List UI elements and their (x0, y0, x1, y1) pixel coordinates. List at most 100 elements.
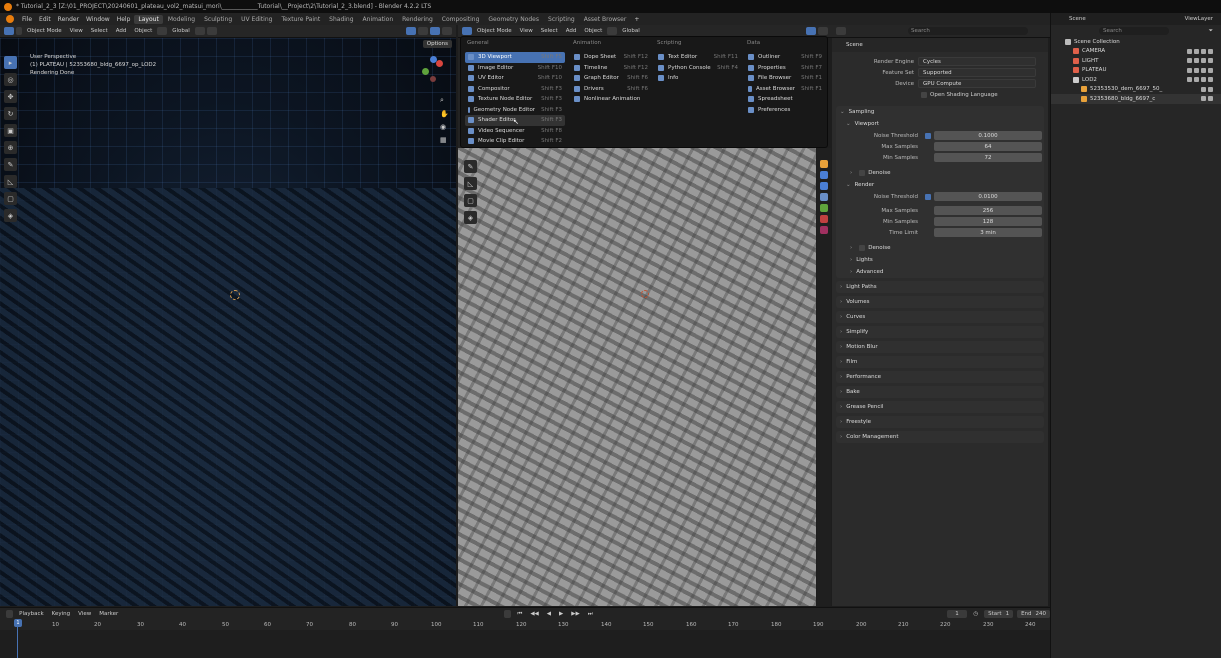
outliner-item-lod2[interactable]: LOD2 (1051, 75, 1221, 85)
overlay-icon[interactable] (406, 27, 416, 35)
light-paths-panel[interactable]: Light Paths (836, 281, 1044, 293)
workspace-tab-sculpting[interactable]: Sculpting (200, 15, 236, 24)
rotate-tool-icon[interactable]: ↻ (4, 107, 17, 120)
play-reverse-icon[interactable]: ◀ (545, 611, 553, 617)
workspace-tab-texture-paint[interactable]: Texture Paint (277, 15, 324, 24)
blender-menu-icon[interactable] (6, 15, 14, 23)
menu-help[interactable]: Help (114, 16, 134, 23)
workspace-tab-compositing[interactable]: Compositing (438, 15, 484, 24)
menu-item-geometry-node-editor[interactable]: Geometry Node Editor Shift F3 (465, 105, 565, 116)
right-editor-type-icon[interactable] (462, 27, 472, 35)
view-layer-selector[interactable]: ViewLayer (1185, 16, 1213, 22)
simplify-panel[interactable]: Simplify (836, 326, 1044, 338)
move-tool-icon[interactable]: ✥ (4, 90, 17, 103)
curves-panel[interactable]: Curves (836, 311, 1044, 323)
lights-subpanel-header[interactable]: Lights (836, 254, 1044, 266)
shading-dropdown-icon[interactable] (442, 27, 452, 35)
measure-tool-icon[interactable]: ◺ (4, 175, 17, 188)
right-extra-tool-icon[interactable]: ◈ (464, 211, 477, 224)
gizmo-y-axis-icon[interactable] (422, 68, 429, 75)
start-frame-field[interactable]: Start 1 (984, 610, 1014, 618)
workspace-tab-layout[interactable]: Layout (134, 14, 163, 24)
menu-item-image-editor[interactable]: Image Editor Shift F10 (465, 63, 565, 74)
orientation-dropdown[interactable]: Global (169, 28, 193, 34)
workspace-tab-shading[interactable]: Shading (325, 15, 357, 24)
viewport-denoise-header[interactable]: Denoise (836, 167, 1044, 179)
menu-edit[interactable]: Edit (36, 16, 54, 23)
add-cube-tool-icon[interactable]: ▢ (4, 192, 17, 205)
right-shading-icon[interactable] (818, 27, 828, 35)
properties-editor-icon[interactable] (836, 27, 846, 35)
render-noise-threshold-checkbox[interactable] (925, 193, 931, 200)
timeline-menu-keying[interactable]: Keying (50, 611, 72, 617)
right-mode-dropdown[interactable]: Object Mode (474, 28, 515, 34)
right-overlay-icon[interactable] (806, 27, 816, 35)
output-tab-icon[interactable] (820, 182, 828, 190)
viewport-noise-threshold-field[interactable]: 0.1000 (934, 131, 1042, 140)
menu-item-nonlinear-animation[interactable]: Nonlinear Animation (571, 94, 651, 105)
tool-tab-icon[interactable] (820, 160, 828, 168)
workspace-tab-animation[interactable]: Animation (359, 15, 398, 24)
transform-orientation-icon[interactable] (157, 27, 168, 35)
scale-tool-icon[interactable]: ▣ (4, 124, 17, 137)
menu-file[interactable]: File (19, 16, 35, 23)
menu-item-drivers[interactable]: Drivers Shift F6 (571, 84, 651, 95)
menu-item-timeline[interactable]: Timeline Shift F12 (571, 63, 651, 74)
color-management-panel[interactable]: Color Management (836, 431, 1044, 443)
scene-tab-icon[interactable] (820, 204, 828, 212)
workspace-tab-rendering[interactable]: Rendering (398, 15, 437, 24)
menu-item-asset-browser[interactable]: Asset Browser Shift F1 (745, 84, 825, 95)
play-icon[interactable]: ▶ (557, 611, 565, 617)
menu-item-dope-sheet[interactable]: Dope Sheet Shift F12 (571, 52, 651, 63)
workspace-tab-modeling[interactable]: Modeling (164, 15, 199, 24)
render-engine-dropdown[interactable]: Cycles (918, 57, 1036, 66)
filter-icon[interactable]: ⏷ (1209, 28, 1213, 35)
workspace-tab-uv-editing[interactable]: UV Editing (237, 15, 276, 24)
viewport-noise-threshold-checkbox[interactable] (925, 132, 931, 139)
render-tab-icon[interactable] (820, 171, 828, 179)
add-workspace-button[interactable]: + (631, 16, 642, 23)
timeline-track[interactable]: 1 (0, 619, 1050, 658)
options-button[interactable]: Options (422, 40, 452, 48)
menu-view[interactable]: View (67, 28, 86, 34)
menu-item-uv-editor[interactable]: UV Editor Shift F10 (465, 73, 565, 84)
menu-select[interactable]: Select (88, 28, 111, 34)
right-orientation-icon[interactable] (607, 27, 618, 35)
world-tab-icon[interactable] (820, 215, 828, 223)
end-frame-field[interactable]: End 240 (1017, 610, 1051, 618)
menu-item-properties[interactable]: Properties Shift F7 (745, 63, 825, 74)
right-annotate-tool-icon[interactable]: ✎ (464, 160, 477, 173)
scene-selector[interactable]: Scene (1069, 16, 1086, 22)
select-tool-icon[interactable]: ▸ (4, 56, 17, 69)
playhead[interactable]: 1 (14, 619, 22, 658)
gizmo-x-axis-icon[interactable] (436, 60, 443, 67)
gizmo-z-axis-icon[interactable] (430, 56, 437, 63)
render-denoise-header[interactable]: Denoise (836, 242, 1044, 254)
right-menu-object[interactable]: Object (581, 28, 605, 34)
transform-tool-icon[interactable]: ⊕ (4, 141, 17, 154)
right-add-cube-tool-icon[interactable]: ▢ (464, 194, 477, 207)
grease-pencil-panel[interactable]: Grease Pencil (836, 401, 1044, 413)
workspace-tab-geometry-nodes[interactable]: Geometry Nodes (484, 15, 543, 24)
render-noise-threshold-field[interactable]: 0.0100 (934, 192, 1042, 201)
mode-dropdown[interactable]: Object Mode (24, 28, 65, 34)
menu-item-movie-clip-editor[interactable]: Movie Clip Editor Shift F2 (465, 136, 565, 147)
camera-view-icon[interactable]: ◉ (440, 123, 449, 131)
viewport-subpanel-header[interactable]: Viewport (836, 118, 1044, 130)
right-3d-viewport[interactable]: ✎ ◺ ▢ ◈ (458, 148, 816, 606)
outliner-item-light[interactable]: LIGHT (1051, 56, 1221, 66)
right-menu-select[interactable]: Select (538, 28, 561, 34)
menu-item-preferences[interactable]: Preferences (745, 105, 825, 116)
navigation-gizmo[interactable] (418, 56, 448, 86)
view-layer-tab-icon[interactable] (820, 193, 828, 201)
menu-item-graph-editor[interactable]: Graph Editor Shift F6 (571, 73, 651, 84)
timeline-menu-marker[interactable]: Marker (97, 611, 120, 617)
record-icon[interactable] (504, 610, 512, 618)
texture-tab-icon[interactable] (820, 226, 828, 234)
menu-render[interactable]: Render (55, 16, 82, 23)
freestyle-panel[interactable]: Freestyle (836, 416, 1044, 428)
timeline-menu-playback[interactable]: Playback (17, 611, 46, 617)
menu-item-text-editor[interactable]: Text Editor Shift F11 (655, 52, 741, 63)
snap-icon[interactable] (194, 27, 205, 35)
cursor-tool-icon[interactable]: ◎ (4, 73, 17, 86)
